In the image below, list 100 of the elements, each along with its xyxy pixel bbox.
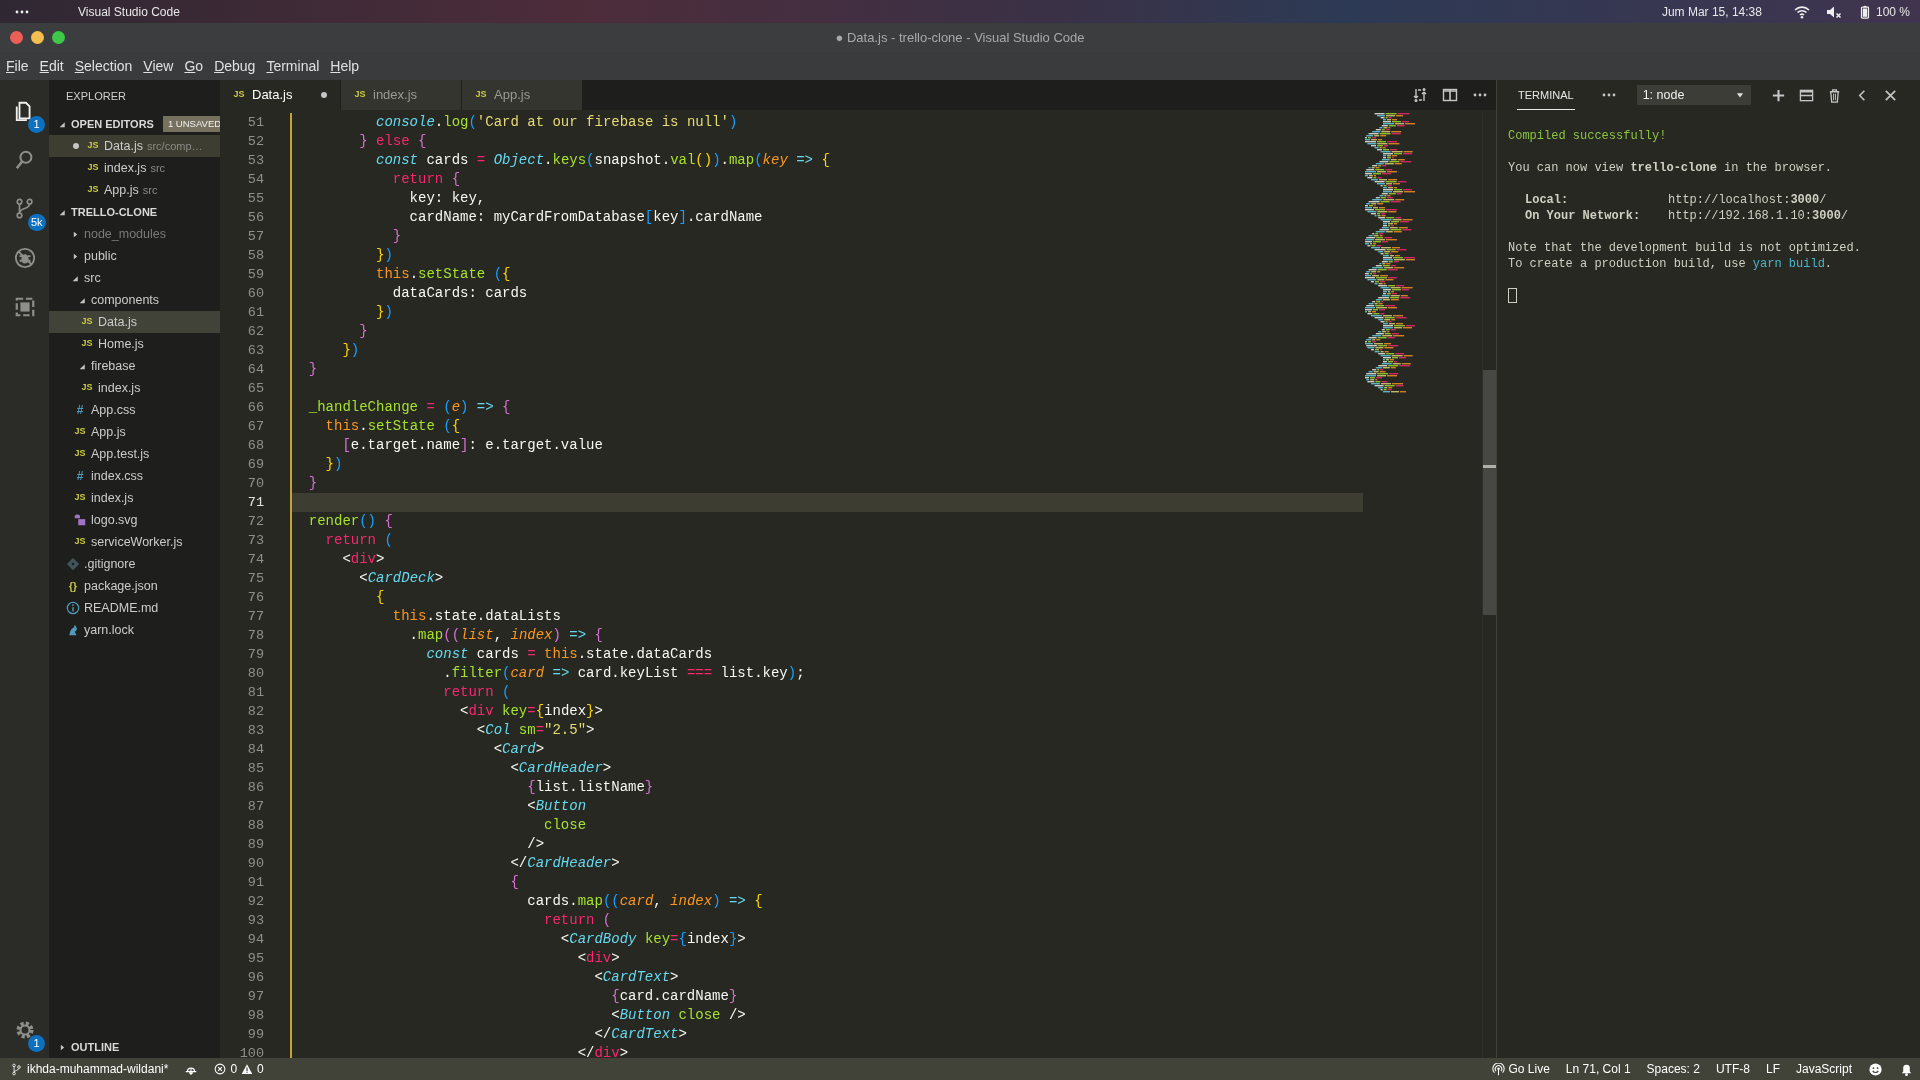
broadcast-icon[interactable]	[1491, 1062, 1505, 1076]
menu-item[interactable]: Go	[184, 55, 204, 77]
app-name: Visual Studio Code	[78, 3, 180, 21]
menu-item[interactable]: Selection	[74, 55, 133, 77]
line-number: 63	[246, 342, 264, 360]
maximize-window-button[interactable]	[52, 31, 65, 44]
explorer-entry[interactable]: firebase	[49, 355, 220, 377]
branch-icon[interactable]	[13, 197, 36, 220]
line-number: 90	[246, 855, 264, 873]
line-number: 57	[246, 228, 264, 246]
explorer-entry[interactable]: README.md	[49, 597, 220, 619]
line-number: 96	[246, 969, 264, 987]
explorer-entry[interactable]: {} package.json	[49, 575, 220, 597]
explorer-entry[interactable]: .gitignore	[49, 553, 220, 575]
unsaved-dot-icon[interactable]	[70, 140, 82, 152]
image-file-icon	[73, 513, 87, 527]
explorer-entry[interactable]: components	[49, 289, 220, 311]
wifi-icon[interactable]	[1793, 3, 1810, 20]
minimize-window-button[interactable]	[31, 31, 44, 44]
smiley-icon[interactable]	[1868, 1061, 1883, 1077]
chevron-icon[interactable]	[71, 229, 80, 239]
menu-item[interactable]: Debug	[214, 55, 256, 77]
status-item[interactable]: Spaces: 2	[1646, 1060, 1700, 1078]
unsaved-dot-icon[interactable]	[318, 89, 330, 101]
js-file-icon: JS	[232, 88, 246, 102]
explorer-entry[interactable]: JS serviceWorker.js	[49, 531, 220, 553]
file-path: src	[150, 160, 166, 176]
explorer-entry[interactable]: JS Home.js	[49, 333, 220, 355]
explorer-entry[interactable]: JS Data.js	[49, 311, 220, 333]
warning-icon[interactable]	[241, 1063, 254, 1075]
menu-item[interactable]: Edit	[39, 55, 64, 77]
editor-tab[interactable]: JS App.js	[462, 80, 582, 110]
open-editor-item[interactable]: JS App.js src	[49, 179, 220, 201]
open-editor-item[interactable]: JS Data.js src/comp…	[49, 135, 220, 157]
bug-icon[interactable]	[13, 246, 36, 269]
code-line: render() {	[307, 512, 394, 531]
section-header[interactable]: OUTLINE	[49, 1036, 220, 1058]
menu-item[interactable]: View	[143, 55, 174, 77]
notification-badge: 1	[28, 1035, 45, 1052]
scrollbar-thumb[interactable]	[1483, 370, 1496, 615]
line-number: 56	[246, 209, 264, 227]
explorer-entry[interactable]: yarn.lock	[49, 619, 220, 641]
line-number: 75	[246, 570, 264, 588]
editor-tab[interactable]: JS index.js	[341, 80, 461, 110]
extensions-icon[interactable]	[13, 295, 36, 318]
line-number: 89	[246, 836, 264, 854]
file-path: src	[142, 182, 158, 198]
code-line: </div>	[576, 1044, 630, 1063]
editor-tab[interactable]: JS Data.js	[220, 80, 340, 110]
line-number: 74	[246, 551, 264, 569]
window-title: ● Data.js - trello-clone - Visual Studio Code	[835, 28, 1085, 47]
split-panel-icon[interactable]	[1798, 87, 1814, 103]
chevron-icon[interactable]	[58, 1042, 67, 1052]
line-number: 76	[246, 589, 264, 607]
code-line: {list.listName}	[526, 778, 655, 797]
explorer-entry[interactable]: node_modules	[49, 223, 220, 245]
line-number: 85	[246, 760, 264, 778]
menu-item[interactable]: Help	[330, 55, 360, 77]
explorer-entry[interactable]: public	[49, 245, 220, 267]
line-number: 82	[246, 703, 264, 721]
explorer-entry[interactable]: JS index.js	[49, 377, 220, 399]
code-line: cards.map((card, index) => {	[526, 892, 764, 911]
line-number: 87	[246, 798, 264, 816]
settings-button[interactable]: 1	[0, 1005, 49, 1054]
terminal-selector[interactable]: 1: node	[1636, 85, 1751, 105]
line-number: 51	[246, 114, 264, 132]
code-line: <CardText>	[593, 968, 680, 987]
error-icon[interactable]	[214, 1063, 227, 1075]
explorer-entry[interactable]: JS App.js	[49, 421, 220, 443]
status-item[interactable]: LF	[1765, 1060, 1780, 1078]
close-window-button[interactable]	[10, 31, 23, 44]
section-header[interactable]: TRELLO-CLONE	[49, 201, 220, 223]
go-live-button[interactable]: Go Live	[1491, 1060, 1550, 1078]
terminal-tab[interactable]: TERMINAL	[1517, 80, 1575, 110]
split-editor-icon[interactable]	[1442, 87, 1458, 103]
menu-item[interactable]: File	[6, 55, 29, 77]
branch-icon[interactable]	[10, 1062, 23, 1076]
status-item[interactable]: Ln 71, Col 1	[1565, 1060, 1631, 1078]
status-item[interactable]: JavaScript	[1795, 1060, 1852, 1078]
code-line: </CardText>	[593, 1025, 688, 1044]
close-icon[interactable]	[1882, 87, 1898, 103]
explorer-entry[interactable]: # App.css	[49, 399, 220, 421]
branch-button[interactable]: ikhda-muhammad-wildani*	[10, 1060, 169, 1078]
js-file-icon: JS	[80, 315, 94, 329]
explorer-entry[interactable]: JS index.js	[49, 487, 220, 509]
activity-button[interactable]: 1	[0, 86, 49, 135]
add-icon[interactable]	[1770, 87, 1786, 103]
compare-changes-icon[interactable]	[1412, 87, 1428, 103]
explorer-entry[interactable]: # index.css	[49, 465, 220, 487]
status-item[interactable]: UTF-8	[1715, 1060, 1750, 1078]
explorer-entry[interactable]: JS App.test.js	[49, 443, 220, 465]
line-number: 86	[246, 779, 264, 797]
explorer-entry[interactable]: src	[49, 267, 220, 289]
activity-button[interactable]: 5k	[0, 184, 49, 233]
open-editor-item[interactable]: JS index.js src	[49, 157, 220, 179]
explorer-entry[interactable]: logo.svg	[49, 509, 220, 531]
problems-button[interactable]: 0 0	[214, 1060, 264, 1078]
caret-icon[interactable]	[1734, 90, 1745, 100]
chevron-icon[interactable]	[71, 251, 80, 261]
menu-item[interactable]: Terminal	[266, 55, 320, 77]
